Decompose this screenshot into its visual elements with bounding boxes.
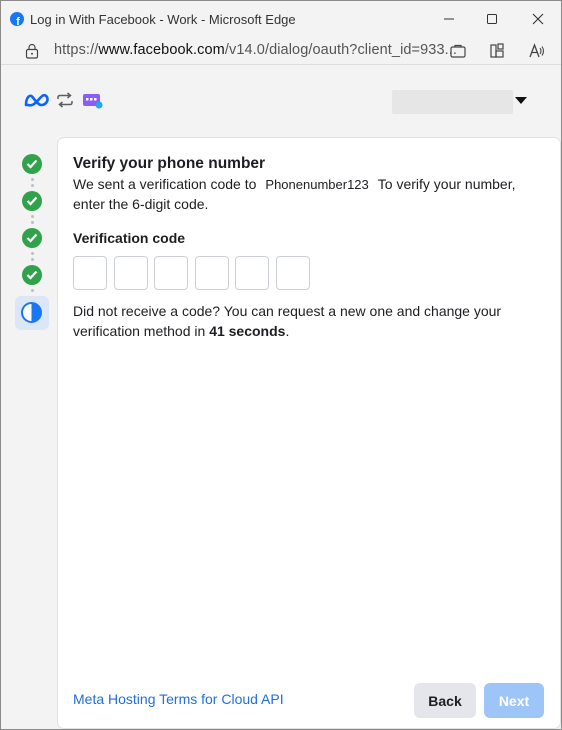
read-aloud-icon[interactable] — [528, 42, 546, 60]
lock-icon[interactable] — [25, 43, 39, 59]
address-bar[interactable]: https://www.facebook.com/v14.0/dialog/oa… — [1, 37, 561, 65]
step-complete-icon — [22, 191, 42, 211]
description: We sent a verification code to Phonenumbe… — [73, 175, 533, 214]
step-connector — [31, 215, 34, 227]
progress-steps — [11, 138, 53, 728]
browser-window: f Log in With Facebook - Work - Microsof… — [0, 0, 562, 730]
verification-code-input[interactable] — [73, 256, 316, 290]
step-complete-icon — [22, 154, 42, 174]
step-complete-icon — [22, 228, 42, 248]
minimize-icon — [444, 18, 454, 20]
minimize-button[interactable] — [434, 7, 464, 31]
code-digit-6[interactable] — [275, 256, 310, 290]
title-bar: f Log in With Facebook - Work - Microsof… — [1, 1, 561, 37]
page-title: Verify your phone number — [73, 155, 266, 172]
code-digit-4[interactable] — [194, 256, 229, 290]
code-digit-2[interactable] — [113, 256, 148, 290]
close-button[interactable] — [523, 7, 553, 31]
code-digit-3[interactable] — [154, 256, 188, 290]
resend-notice: Did not receive a code? You can request … — [73, 302, 533, 341]
app-icon — [83, 94, 103, 109]
phone-number: Phonenumber123 — [265, 177, 369, 192]
resend-end: . — [285, 322, 290, 339]
close-icon — [532, 13, 544, 25]
meta-logo-icon — [24, 93, 49, 107]
maximize-icon — [487, 14, 497, 24]
next-button[interactable]: Next — [484, 683, 544, 718]
maximize-button[interactable] — [477, 7, 507, 31]
step-complete-icon — [22, 265, 42, 285]
code-digit-5[interactable] — [235, 256, 269, 290]
tab-icon[interactable] — [449, 42, 467, 60]
dialog-header — [1, 66, 561, 138]
back-button[interactable]: Back — [414, 683, 476, 718]
url-text[interactable]: https://www.facebook.com/v14.0/dialog/oa… — [54, 42, 457, 58]
step-current-icon — [21, 302, 42, 323]
description-start: We sent a verification code to — [73, 176, 257, 192]
resend-countdown: 41 seconds — [209, 322, 286, 339]
code-digit-1[interactable] — [73, 256, 107, 290]
verification-code-label: Verification code — [73, 230, 186, 246]
window-title: Log in With Facebook - Work - Microsoft … — [30, 12, 296, 27]
sync-arrows-icon — [57, 92, 73, 108]
caret-down-icon[interactable] — [515, 97, 527, 104]
step-connector — [31, 178, 34, 190]
url-domain: www.facebook.com — [98, 42, 225, 58]
account-selector[interactable] — [392, 90, 513, 114]
url-path: /v14.0/dialog/oauth?client_id=933... — [224, 42, 457, 58]
extensions-icon[interactable] — [488, 42, 506, 60]
step-connector — [31, 289, 34, 295]
step-connector — [31, 252, 34, 264]
verification-card: Verify your phone number We sent a verif… — [58, 138, 560, 728]
facebook-icon: f — [10, 12, 24, 26]
url-prefix: https:// — [54, 42, 99, 58]
terms-link[interactable]: Meta Hosting Terms for Cloud API — [73, 691, 284, 707]
